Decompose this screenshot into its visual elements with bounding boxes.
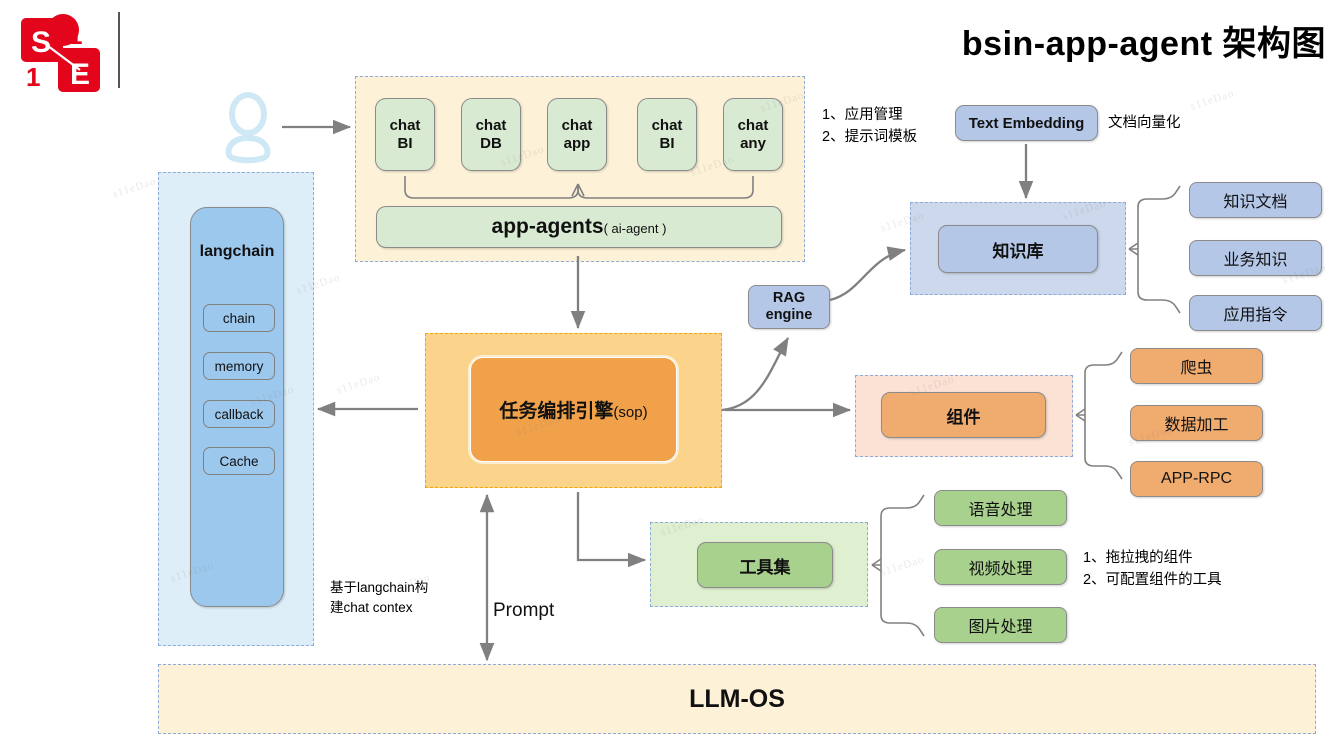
text-embedding-node[interactable]: Text Embedding	[955, 105, 1098, 141]
logo-divider	[118, 12, 120, 88]
svg-text:E: E	[70, 58, 90, 91]
rag-label-line2: engine	[765, 307, 813, 323]
chat-node-label-line1: chat	[651, 116, 683, 134]
tool-leaf-video-processing[interactable]: 视频处理	[934, 549, 1067, 585]
kb-leaf-knowledge-doc[interactable]: 知识文档	[1189, 182, 1322, 218]
app-agents-sublabel: ( ai-agent )	[603, 221, 667, 236]
llm-os-label: LLM-OS	[689, 684, 785, 713]
svg-text:1: 1	[68, 20, 82, 50]
langchain-item-chain[interactable]: chain	[203, 304, 275, 332]
toolset-node[interactable]: 工具集	[697, 542, 833, 588]
app-agents-node[interactable]: app-agents( ai-agent )	[376, 206, 782, 248]
logo: S 1 1 E	[18, 8, 104, 94]
chat-node-3[interactable]: chat BI	[637, 98, 697, 171]
llm-os-group: LLM-OS	[158, 664, 1316, 734]
svg-text:S: S	[31, 26, 51, 59]
prompt-label: Prompt	[493, 600, 555, 621]
rag-label-line1: RAG	[772, 290, 806, 307]
chat-node-label-line2: BI	[659, 134, 675, 152]
engine-sublabel: (sop)	[613, 404, 648, 421]
apps-annotation: 1、应用管理 2、提示词模板	[822, 107, 918, 145]
components-node[interactable]: 组件	[881, 392, 1046, 438]
chat-node-label-line1: chat	[389, 116, 421, 134]
knowledge-base-node[interactable]: 知识库	[938, 225, 1098, 273]
chat-node-0[interactable]: chat BI	[375, 98, 435, 171]
langchain-item-memory[interactable]: memory	[203, 352, 275, 380]
kb-leaf-app-instruction[interactable]: 应用指令	[1189, 295, 1322, 331]
tool-leaf-audio-processing[interactable]: 语音处理	[934, 490, 1067, 526]
langchain-node[interactable]: langchain chain memory callback Cache	[190, 207, 284, 607]
toolset-annotation: 1、拖拉拽的组件 2、可配置组件的工具	[1083, 550, 1222, 588]
page-title: bsin-app-agent 架构图	[961, 25, 1326, 63]
langchain-title: langchain	[199, 243, 275, 260]
langchain-item-cache[interactable]: Cache	[203, 447, 275, 475]
component-leaf-crawler[interactable]: 爬虫	[1130, 348, 1263, 384]
svg-text:1: 1	[26, 62, 40, 92]
watermark: s11eDao	[111, 175, 158, 201]
chat-node-2[interactable]: chat app	[547, 98, 607, 171]
watermark: s11eDao	[879, 553, 926, 579]
chat-node-label-line1: chat	[475, 116, 507, 134]
chat-node-label-line2: app	[563, 134, 591, 152]
component-leaf-app-rpc[interactable]: APP-RPC	[1130, 461, 1263, 497]
user-icon	[222, 92, 274, 164]
chat-node-label-line2: any	[740, 134, 766, 152]
watermark: s11eDao	[1189, 87, 1236, 113]
chat-node-label-line1: chat	[561, 116, 593, 134]
embedding-annotation: 文档向量化	[1108, 115, 1181, 131]
rag-engine-node[interactable]: RAG engine	[748, 285, 830, 329]
watermark: s11eDao	[335, 371, 382, 397]
chat-node-label-line2: DB	[480, 134, 502, 152]
chat-node-label-line2: BI	[397, 134, 413, 152]
tool-leaf-image-processing[interactable]: 图片处理	[934, 607, 1067, 643]
app-agents-label: app-agents	[491, 215, 604, 238]
chat-node-label-line1: chat	[737, 116, 769, 134]
task-orchestration-engine-node[interactable]: 任务编排引擎(sop)	[470, 357, 677, 462]
